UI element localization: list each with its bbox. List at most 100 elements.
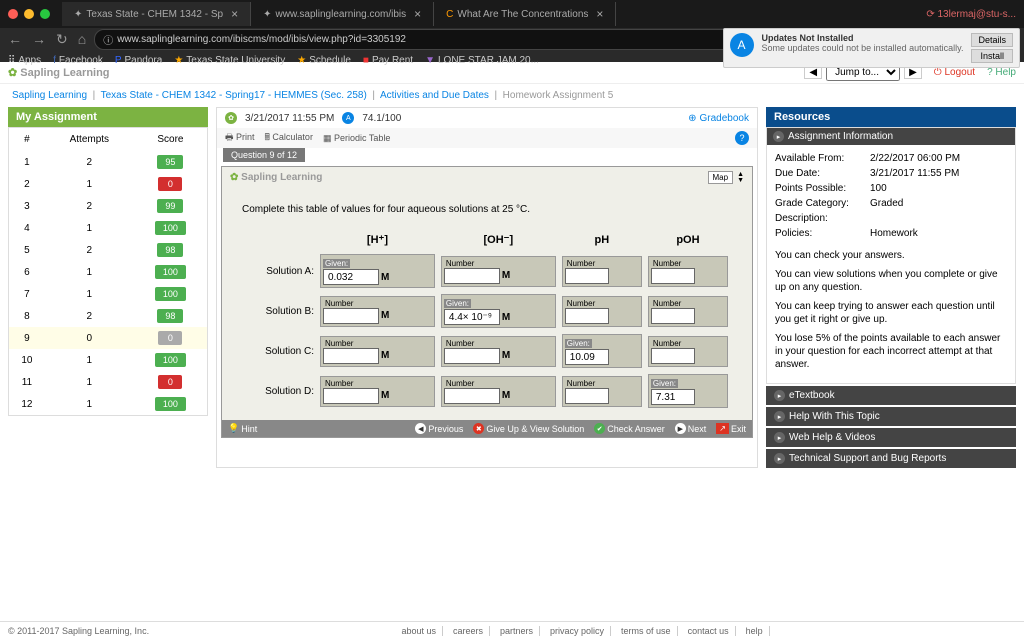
map-button[interactable]: Map [708,171,734,184]
number-label: Number [323,339,432,348]
table-row[interactable]: 1110 [9,371,207,393]
oh-input-a[interactable] [444,268,500,284]
bookmark[interactable]: ■ Pay Rent [363,55,413,66]
h-input-b[interactable] [323,308,379,324]
resource-link[interactable]: ▸ eTextbook [766,386,1016,405]
footer-link[interactable]: terms of use [615,626,678,636]
bookmark[interactable]: ▼ LONE STAR JAM 20... [425,55,539,66]
table-row[interactable]: 71100 [9,283,207,305]
ph-input-b[interactable] [565,308,609,324]
logout-link[interactable]: ⏻ Logout [934,67,975,78]
ph-input-d[interactable] [565,388,609,404]
resource-link[interactable]: ▸ Web Help & Videos [766,428,1016,447]
table-row[interactable]: 8298 [9,305,207,327]
reload-icon[interactable]: ↻ [56,31,68,48]
table-row[interactable]: 900 [9,327,207,349]
home-icon[interactable]: ⌂ [78,31,86,48]
instructions: Complete this table of values for four a… [242,204,732,215]
table-row[interactable]: 41100 [9,217,207,239]
info-val: Graded [870,198,903,209]
browser-tab[interactable]: ✦ Texas State - CHEM 1342 - Sp× [62,2,251,26]
table-row[interactable]: 3299 [9,195,207,217]
oh-input-b[interactable] [444,309,500,325]
gradebook-link[interactable]: ⊕ Gradebook [688,113,749,124]
table-row[interactable]: 210 [9,173,207,195]
help-icon[interactable]: ? [735,131,749,145]
crumb-current: Homework Assignment 5 [503,90,614,101]
h-input-d[interactable] [323,388,379,404]
given-label: Given: [651,379,678,388]
forward-icon[interactable]: → [32,31,46,48]
col-score: Score [134,128,207,151]
row-label: Solution A: [244,252,316,290]
resources-header: Resources [766,107,1016,127]
info-val: 2/22/2017 06:00 PM [870,153,960,164]
footer-link[interactable]: about us [395,626,443,636]
resource-link[interactable]: ▸ Technical Support and Bug Reports [766,449,1016,468]
number-label: Number [565,299,639,308]
poh-input-c[interactable] [651,348,695,364]
poh-input-a[interactable] [651,268,695,284]
h-input-c[interactable] [323,348,379,364]
footer-link[interactable]: help [740,626,770,636]
crumb-link[interactable]: Sapling Learning [12,90,87,101]
notif-title: Updates Not Installed [762,33,964,43]
bookmark[interactable]: ⠿ Apps [8,55,41,66]
attempts-table: # Attempts Score 12952103299411005298611… [9,128,207,415]
scroll-down-icon[interactable]: ▼ [737,178,744,184]
info-key: Description: [775,213,870,224]
footer-link[interactable]: partners [494,626,540,636]
bookmark[interactable]: ★ Texas State University [174,55,285,66]
hint-button[interactable]: 💡 Hint [228,423,257,434]
oh-input-c[interactable] [444,348,500,364]
table-row[interactable]: 1295 [9,151,207,173]
h-input-a[interactable] [323,269,379,285]
crumb-link[interactable]: Texas State - CHEM 1342 - Spring17 - HEM… [101,90,367,101]
close-icon[interactable]: × [231,7,238,21]
table-row[interactable]: 61100 [9,261,207,283]
table-row[interactable]: 101100 [9,349,207,371]
resource-link[interactable]: ▸ Help With This Topic [766,407,1016,426]
given-label: Given: [444,299,471,308]
col-poh: pOH [646,229,730,250]
exit-button[interactable]: ↗ Exit [716,423,746,434]
check-button[interactable]: ✔ Check Answer [594,423,665,434]
number-label: Number [651,299,725,308]
crumb-link[interactable]: Activities and Due Dates [380,90,489,101]
bookmark[interactable]: ★ Schedule [297,55,351,66]
browser-tab[interactable]: ✦ www.saplinglearning.com/ibis× [251,2,434,26]
copyright: © 2011-2017 Sapling Learning, Inc. [8,626,149,636]
close-icon[interactable]: × [414,7,421,21]
number-label: Number [323,379,432,388]
poh-input-d[interactable] [651,389,695,405]
footer-link[interactable]: contact us [682,626,736,636]
details-button[interactable]: Details [971,33,1013,47]
calculator-button[interactable]: 🖩 Calculator [265,130,313,146]
back-icon[interactable]: ← [8,31,22,48]
ph-input-a[interactable] [565,268,609,284]
close-icon[interactable]: × [596,7,603,21]
install-button[interactable]: Install [971,49,1013,63]
info-val: Homework [870,228,918,239]
info-key: Points Possible: [775,183,870,194]
ph-input-c[interactable] [565,349,609,365]
footer-link[interactable]: privacy policy [544,626,611,636]
previous-button[interactable]: ◀ Previous [415,423,463,434]
help-link[interactable]: ? Help [987,67,1016,78]
notification: A Updates Not Installed Some updates cou… [723,28,1020,68]
logo: ✿ Sapling Learning [8,66,110,79]
footer-link[interactable]: careers [447,626,490,636]
info-val: 3/21/2017 11:55 PM [870,168,959,179]
next-button[interactable]: ▶ Next [675,423,707,434]
periodic-table-button[interactable]: ▦ Periodic Table [323,133,390,144]
table-row[interactable]: 121100 [9,393,207,415]
poh-input-b[interactable] [651,308,695,324]
bookmark[interactable]: f Facebook [53,55,103,66]
oh-input-d[interactable] [444,388,500,404]
print-button[interactable]: 🖶 Print [225,130,255,146]
browser-tab[interactable]: C What Are The Concentrations× [434,2,616,26]
bookmark[interactable]: P Pandora [115,55,162,66]
giveup-button[interactable]: ✖ Give Up & View Solution [473,423,584,434]
table-row[interactable]: 5298 [9,239,207,261]
user-label: ⟳ 13lermaj@stu-s... [926,9,1016,20]
